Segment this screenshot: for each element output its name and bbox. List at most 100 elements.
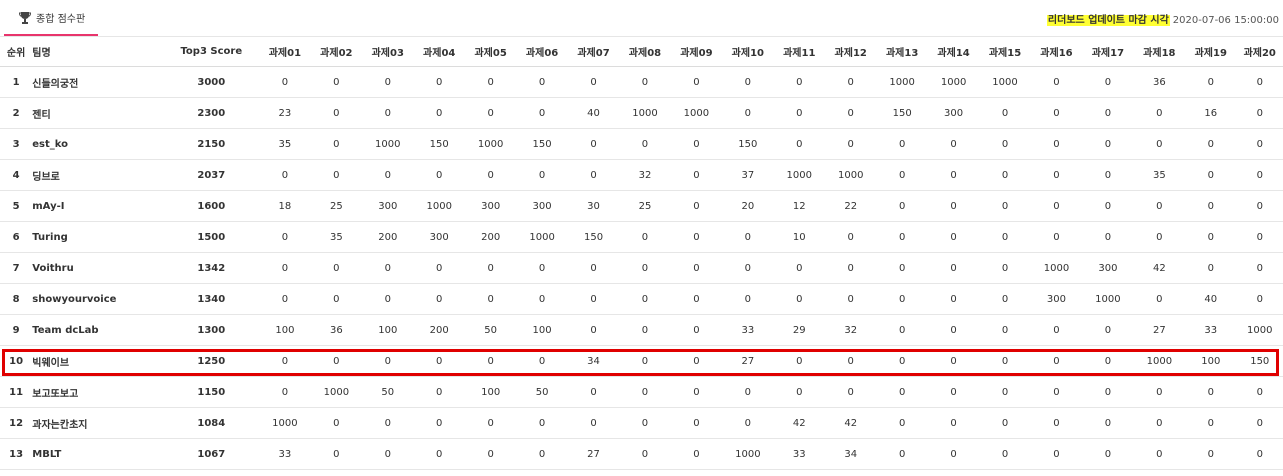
task-score-cell: 0 (259, 252, 311, 284)
table-row: 12 과자는칸초지 1084 1000 0 0 0 0 0 0 0 0 0 42 42 0 0 0 0 0 0 0 0 (0, 407, 1283, 439)
task-score-cell: 0 (1133, 221, 1186, 253)
task-score-cell: 0 (927, 128, 980, 160)
task-score-cell: 0 (413, 252, 465, 284)
task-score-cell: 0 (1030, 159, 1083, 191)
task-score-cell: 0 (927, 252, 980, 284)
task-score-cell: 0 (825, 97, 877, 129)
task-score-cell: 0 (310, 345, 363, 377)
task-score-cell: 0 (1236, 159, 1283, 191)
task-score-cell: 0 (1030, 345, 1083, 377)
header-task-03: 과제03 (362, 36, 414, 67)
task-score-cell: 27 (722, 345, 774, 377)
task-score-cell: 0 (876, 221, 928, 253)
task-score-cell: 0 (567, 66, 620, 98)
task-score-cell: 0 (927, 221, 980, 253)
task-score-cell: 0 (310, 283, 363, 315)
rank-cell: 9 (0, 314, 33, 346)
table-row: 3 est_ko 2150 35 0 1000 150 1000 150 0 0 0 150 0 0 0 0 0 0… (0, 128, 1283, 160)
task-score-cell: 18 (259, 190, 311, 222)
task-score-cell: 32 (619, 159, 671, 191)
team-name-cell: 빅웨이브 (32, 345, 164, 377)
task-score-cell: 35 (310, 221, 363, 253)
rank-cell: 4 (0, 159, 33, 191)
task-score-cell: 0 (876, 314, 928, 346)
task-score-cell: 0 (413, 97, 465, 129)
tab-overall-scoreboard[interactable]: 종합 점수판 (4, 0, 98, 36)
task-score-cell: 1000 (362, 128, 414, 160)
task-score-cell: 0 (1185, 221, 1237, 253)
task-score-cell: 0 (825, 252, 877, 284)
deadline-label: 리더보드 업데이트 마감 시각 (1046, 15, 1170, 26)
task-score-cell: 0 (825, 66, 877, 98)
rank-cell: 1 (0, 66, 33, 98)
task-score-cell: 0 (619, 407, 671, 439)
task-score-cell: 0 (825, 283, 877, 315)
task-score-cell: 0 (670, 159, 723, 191)
header-task-09: 과제09 (670, 36, 723, 67)
task-score-cell: 16 (1185, 97, 1237, 129)
task-score-cell: 0 (979, 438, 1031, 470)
rank-cell: 13 (0, 438, 33, 470)
task-score-cell: 0 (619, 66, 671, 98)
task-score-cell: 0 (773, 376, 825, 408)
task-score-cell: 0 (464, 159, 517, 191)
task-score-cell: 0 (1030, 314, 1083, 346)
task-score-cell: 0 (722, 407, 774, 439)
task-score-cell: 0 (927, 190, 980, 222)
task-score-cell: 0 (413, 407, 465, 439)
task-score-cell: 300 (927, 97, 980, 129)
task-score-cell: 150 (722, 128, 774, 160)
task-score-cell: 50 (464, 314, 517, 346)
task-score-cell: 12 (773, 190, 825, 222)
task-score-cell: 150 (1236, 345, 1283, 377)
task-score-cell: 0 (567, 376, 620, 408)
task-score-cell: 0 (1133, 438, 1186, 470)
header-task-01: 과제01 (259, 36, 311, 67)
team-name-cell: Voithru (32, 252, 164, 284)
task-score-cell: 0 (464, 345, 517, 377)
task-score-cell: 0 (1082, 221, 1134, 253)
task-score-cell: 0 (516, 438, 568, 470)
task-score-cell: 1000 (773, 159, 825, 191)
task-score-cell: 0 (1030, 221, 1083, 253)
task-score-cell: 0 (927, 345, 980, 377)
table-row: 11 보고또보고 1150 0 1000 50 0 100 50 0 0 0 0 0 0 0 0 0 0 0 0 0 0 (0, 376, 1283, 408)
leaderboard-table: 순위 팀명 Top3 Score 과제01 과제02 과제03 과제04 과제05 과제06 과제… (0, 36, 1283, 470)
rank-cell: 11 (0, 376, 33, 408)
task-score-cell: 0 (1133, 128, 1186, 160)
task-score-cell: 0 (464, 283, 517, 315)
header-task-17: 과제17 (1082, 36, 1134, 67)
task-score-cell: 34 (825, 438, 877, 470)
task-score-cell: 200 (464, 221, 517, 253)
task-score-cell: 0 (516, 283, 568, 315)
task-score-cell: 0 (567, 314, 620, 346)
task-score-cell: 0 (825, 345, 877, 377)
task-score-cell: 1000 (670, 97, 723, 129)
task-score-cell: 33 (1185, 314, 1237, 346)
task-score-cell: 0 (1082, 438, 1134, 470)
task-score-cell: 0 (619, 376, 671, 408)
task-score-cell: 35 (1133, 159, 1186, 191)
task-score-cell: 0 (979, 376, 1031, 408)
task-score-cell: 36 (310, 314, 363, 346)
task-score-cell: 0 (567, 407, 620, 439)
task-score-cell: 40 (567, 97, 620, 129)
task-score-cell: 0 (1185, 376, 1237, 408)
task-score-cell: 0 (670, 66, 723, 98)
task-score-cell: 0 (876, 190, 928, 222)
task-score-cell: 0 (979, 97, 1031, 129)
task-score-cell: 0 (927, 438, 980, 470)
task-score-cell: 0 (1133, 376, 1186, 408)
task-score-cell: 300 (1082, 252, 1134, 284)
task-score-cell: 0 (1185, 252, 1237, 284)
task-score-cell: 1000 (825, 159, 877, 191)
task-score-cell: 0 (567, 283, 620, 315)
task-score-cell: 0 (876, 252, 928, 284)
team-name-cell: 젠티 (32, 97, 164, 129)
team-name-cell: Turing (32, 221, 164, 253)
team-name-cell: 딩브로 (32, 159, 164, 191)
team-name-cell: 보고또보고 (32, 376, 164, 408)
task-score-cell: 0 (773, 128, 825, 160)
task-score-cell: 0 (516, 252, 568, 284)
task-score-cell: 0 (619, 283, 671, 315)
